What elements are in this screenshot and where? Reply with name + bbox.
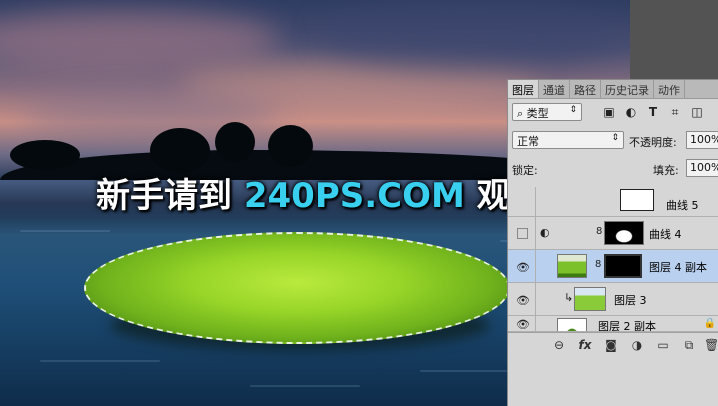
visibility-off-box[interactable] xyxy=(517,228,528,239)
tree xyxy=(150,128,210,173)
adjustment-filter-icon[interactable]: ◐ xyxy=(624,105,638,119)
tree xyxy=(10,140,80,170)
tab-channels[interactable]: 通道 xyxy=(539,80,570,98)
layer-filter-value: 类型 xyxy=(526,107,549,120)
watermark-site: 240PS.COM xyxy=(243,176,465,216)
add-mask-icon[interactable]: ◙ xyxy=(604,338,618,352)
visibility-cell[interactable] xyxy=(508,217,536,250)
layer-name[interactable]: 图层 2 副本 xyxy=(598,318,656,331)
layer-mask-thumbnail xyxy=(604,221,644,245)
layer-row-layer-4-copy[interactable]: 👁 8 图层 4 副本 xyxy=(508,250,718,283)
layer-filter-dropdown[interactable]: ⌕ 类型 ⇕ xyxy=(512,103,582,121)
eye-icon[interactable]: 👁 xyxy=(516,294,530,307)
link-icon: 8 xyxy=(596,226,603,237)
new-group-icon[interactable]: ▭ xyxy=(656,338,670,352)
link-layers-icon[interactable]: ⊖ xyxy=(552,338,566,352)
eye-icon[interactable]: 👁 xyxy=(516,261,530,274)
clipping-arrow-icon: ↳ xyxy=(564,291,574,304)
visibility-cell[interactable] xyxy=(508,187,536,217)
layer-row-layer-3[interactable]: 👁 ↳ 图层 3 xyxy=(508,283,718,316)
type-filter-icon[interactable]: T xyxy=(646,105,660,119)
sky-cloud xyxy=(0,10,280,70)
tree xyxy=(215,122,255,162)
layer-thumbnail xyxy=(574,287,606,311)
layer-row-layer-2-copy[interactable]: 👁 图层 2 副本 🔒 xyxy=(508,316,718,332)
delete-layer-icon[interactable]: 🗑 xyxy=(704,338,718,352)
tab-paths[interactable]: 路径 xyxy=(570,80,601,98)
layers-panel-footer: ⊖ fx ◙ ◑ ▭ ⧉ 🗑 xyxy=(508,332,718,358)
new-layer-icon[interactable]: ⧉ xyxy=(682,338,696,352)
fill-label: 填充: xyxy=(653,164,679,177)
layer-name[interactable]: 图层 3 xyxy=(614,292,647,308)
visibility-cell[interactable]: 👁 xyxy=(508,250,536,283)
layer-name[interactable]: 曲线 4 xyxy=(649,226,682,242)
visibility-cell[interactable]: 👁 xyxy=(508,283,536,316)
new-adjustment-icon[interactable]: ◑ xyxy=(630,338,644,352)
water-wave xyxy=(250,385,360,387)
pixel-filter-icon[interactable]: ▣ xyxy=(602,105,616,119)
layer-name[interactable]: 曲线 5 xyxy=(666,197,699,213)
blend-mode-dropdown[interactable]: 正常 ⇕ xyxy=(512,131,624,149)
tab-layers[interactable]: 图层 xyxy=(508,80,539,98)
lock-label: 锁定: xyxy=(512,164,538,177)
opacity-input[interactable]: 100% xyxy=(686,131,718,149)
eye-icon[interactable]: 👁 xyxy=(516,318,530,331)
smart-object-filter-icon[interactable]: ◫ xyxy=(690,105,704,119)
sky-cloud xyxy=(320,0,620,70)
tab-history[interactable]: 历史记录 xyxy=(601,80,654,98)
layer-mask-thumbnail xyxy=(604,254,642,278)
layer-row-curves-4[interactable]: ◐ 8 曲线 4 xyxy=(508,217,718,250)
layer-thumbnail xyxy=(557,254,587,278)
layers-panel: 图层 通道 路径 历史记录 动作 ⌕ 类型 ⇕ ▣ ◐ T ⌗ ◫ 正常 ⇕ 不… xyxy=(507,79,718,406)
lock-icon: 🔒 xyxy=(703,318,716,329)
blend-mode-value: 正常 xyxy=(517,135,539,148)
watermark-prefix: 新手请到 xyxy=(96,176,244,216)
layer-thumbnail xyxy=(557,318,587,331)
visibility-cell[interactable]: 👁 xyxy=(508,316,536,331)
fill-input[interactable]: 100% xyxy=(686,159,718,177)
layer-row-curves-5[interactable]: 曲线 5 xyxy=(508,187,718,217)
spinner-arrows-icon: ⇕ xyxy=(611,133,619,143)
curves-adjustment-icon: ◐ xyxy=(540,226,550,239)
layer-mask-thumbnail xyxy=(620,189,654,211)
water-wave xyxy=(40,360,160,362)
spinner-arrows-icon: ⇕ xyxy=(569,105,577,115)
shape-filter-icon[interactable]: ⌗ xyxy=(668,105,682,119)
water-wave xyxy=(20,230,110,232)
panel-tabs: 图层 通道 路径 历史记录 动作 xyxy=(508,80,718,99)
opacity-label: 不透明度: xyxy=(629,136,677,149)
layer-name[interactable]: 图层 4 副本 xyxy=(649,259,707,275)
grass-island-selection[interactable] xyxy=(84,232,510,344)
tab-actions[interactable]: 动作 xyxy=(654,80,685,98)
fx-icon[interactable]: fx xyxy=(578,338,592,352)
search-icon: ⌕ xyxy=(517,107,527,120)
link-icon: 8 xyxy=(595,259,602,270)
tree xyxy=(268,125,313,167)
